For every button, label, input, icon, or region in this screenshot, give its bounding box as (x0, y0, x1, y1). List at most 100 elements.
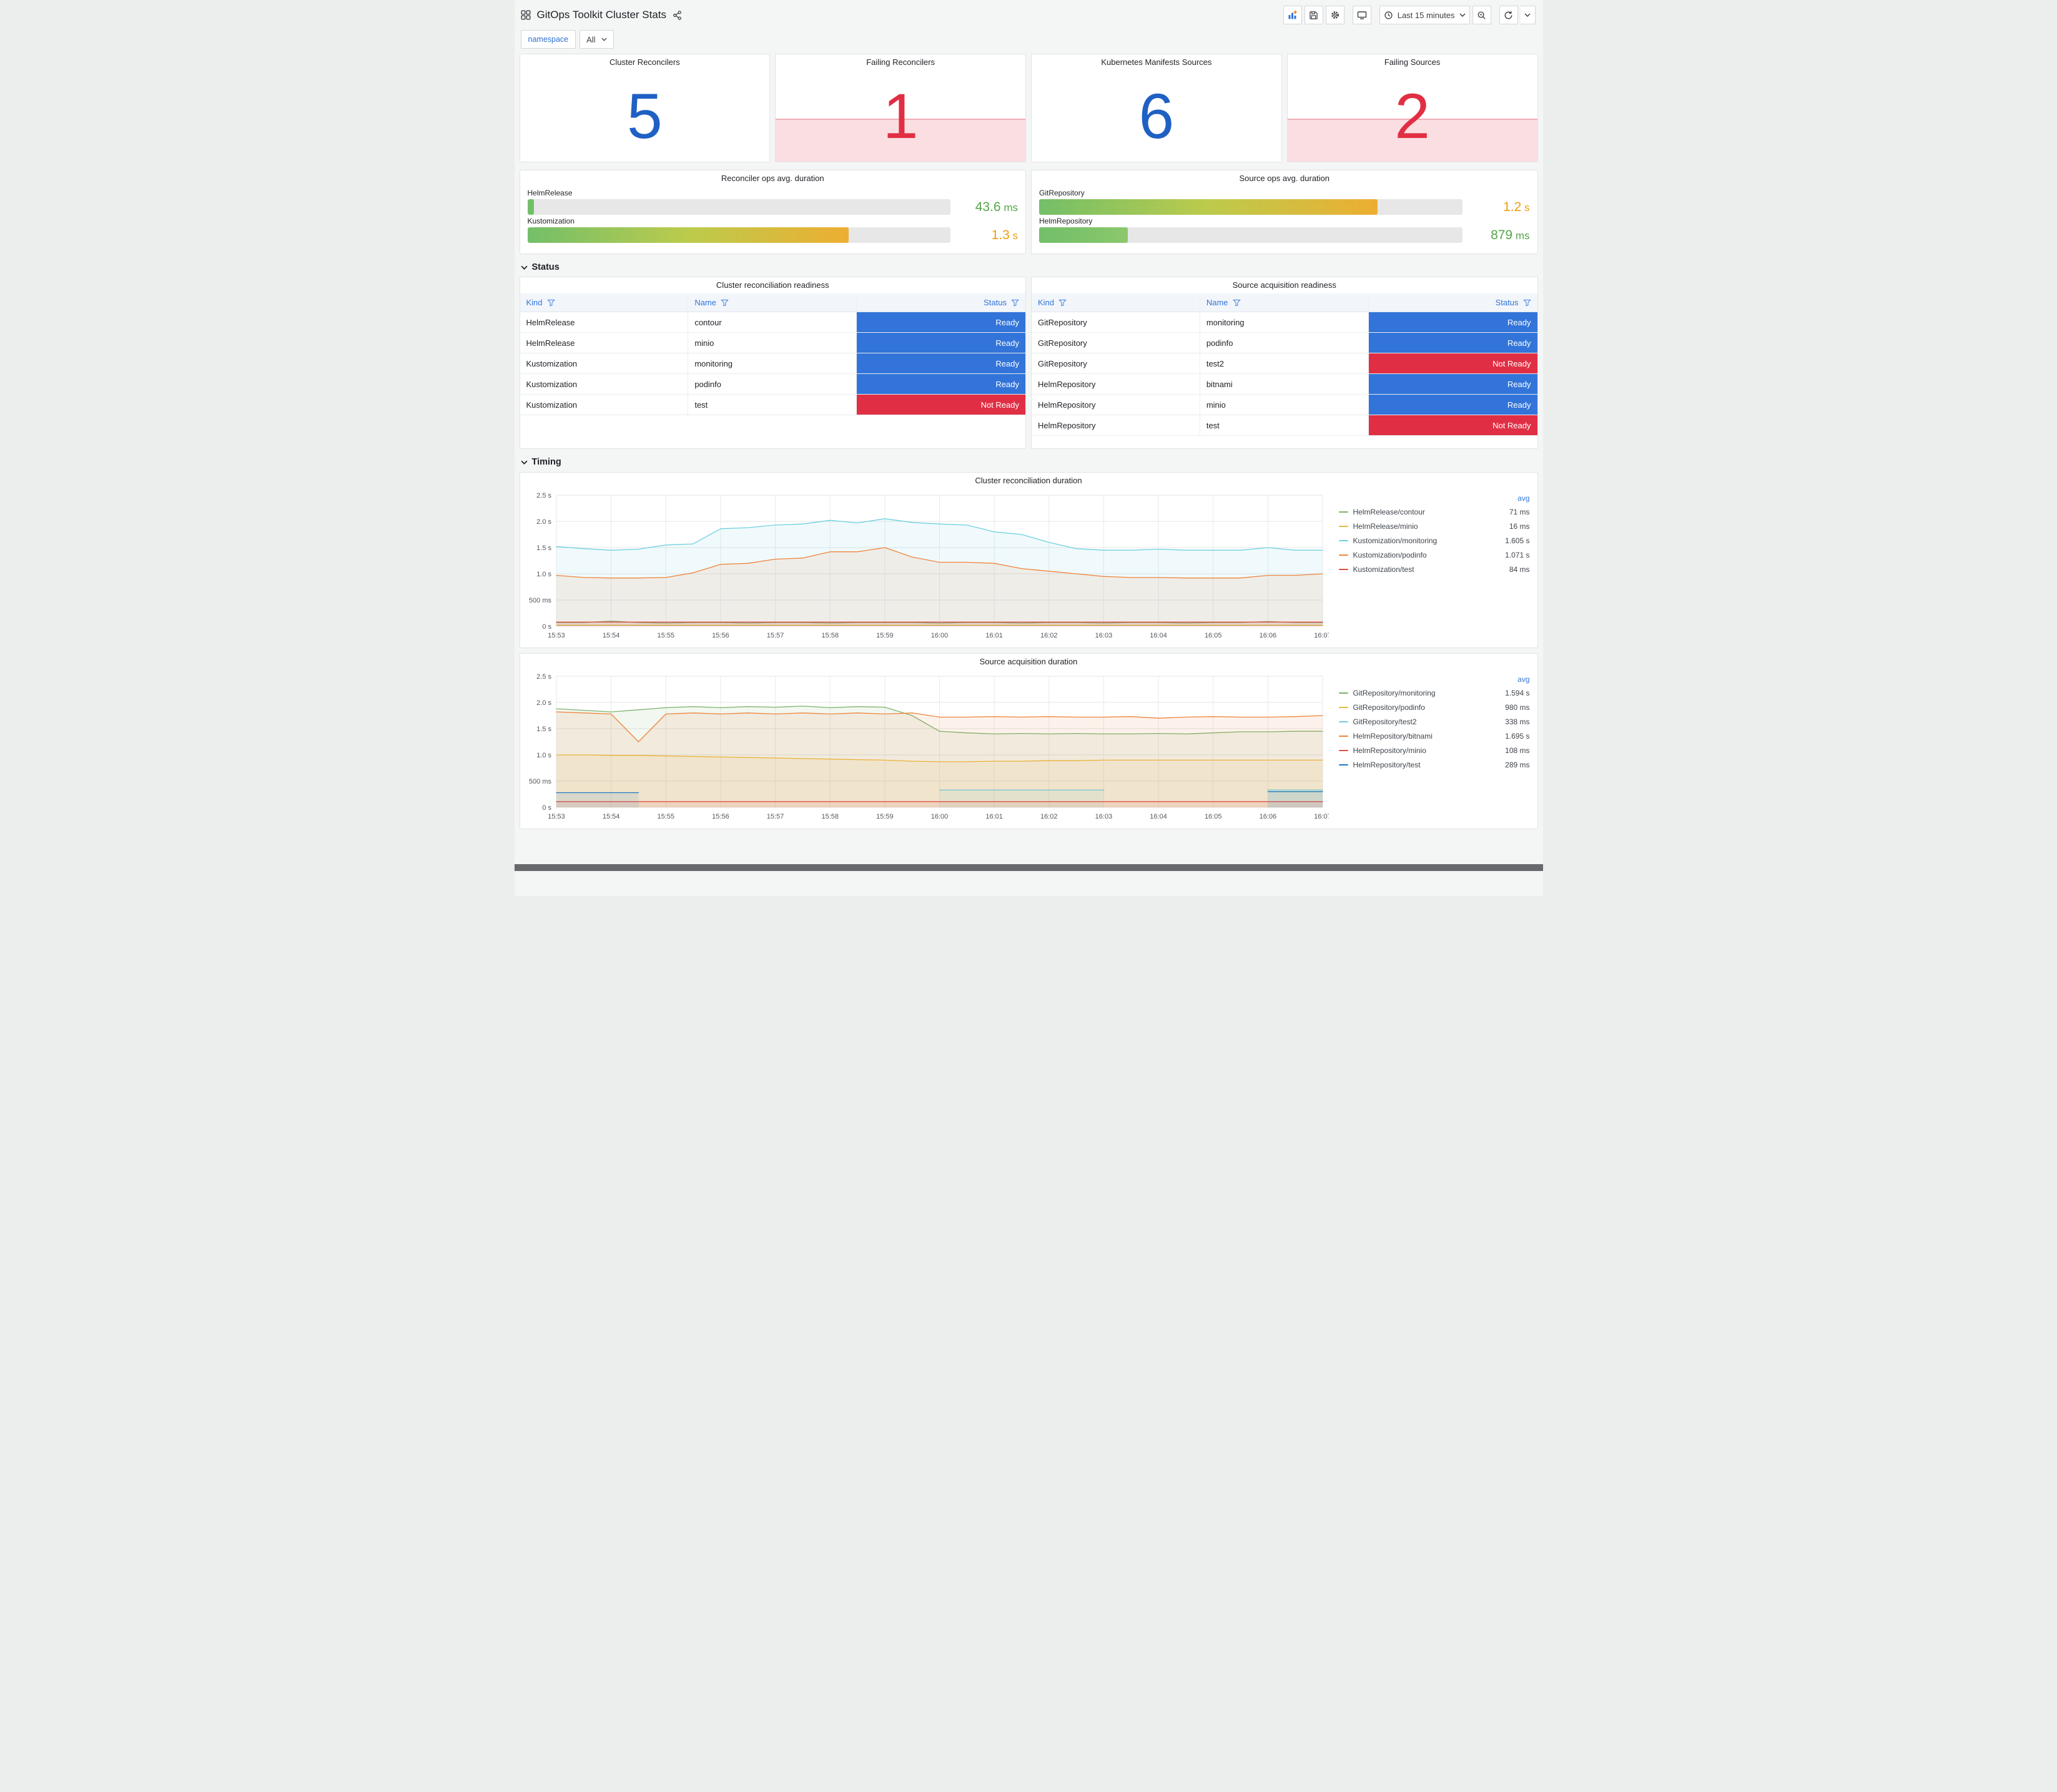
legend-series-color (1338, 735, 1348, 737)
status-cell: Not Ready (1368, 415, 1537, 435)
panel-title[interactable]: Failing Reconcilers (776, 54, 1025, 71)
legend-item[interactable]: GitRepository/test2 338 ms (1338, 714, 1530, 729)
kind-cell: HelmRelease (520, 312, 689, 332)
legend-series-avg-value: 338 ms (1505, 717, 1530, 726)
legend-item[interactable]: HelmRelease/contour 71 ms (1338, 505, 1530, 519)
filter-icon[interactable] (721, 299, 729, 307)
legend-series-color (1338, 749, 1348, 751)
filter-icon[interactable] (1011, 299, 1019, 307)
chevron-down-icon (1524, 13, 1531, 17)
column-header-label: Kind (1038, 298, 1055, 307)
legend-item[interactable]: GitRepository/podinfo 980 ms (1338, 700, 1530, 714)
section-status-toggle[interactable]: Status (520, 262, 1538, 272)
plot-area[interactable]: 15:53 15:54 15:55 15:56 15:57 15:58 15:59 16:00… (520, 489, 1329, 642)
legend-item[interactable]: Kustomization/podinfo 1.071 s (1338, 548, 1530, 562)
status-badge: Ready (857, 333, 1025, 353)
template-variables-row: namespace All (520, 29, 1538, 54)
svg-text:15:57: 15:57 (766, 632, 784, 639)
share-icon[interactable] (673, 10, 682, 20)
add-panel-icon (1288, 11, 1297, 19)
legend-series-color (1338, 721, 1348, 722)
column-header-name[interactable]: Name (1200, 293, 1369, 312)
page-bottom-edge (514, 864, 1543, 871)
filter-icon[interactable] (1058, 299, 1067, 307)
namespace-variable-value: All (586, 34, 596, 44)
column-header-kind[interactable]: Kind (1032, 293, 1200, 312)
refresh-button[interactable] (1499, 6, 1518, 24)
svg-text:16:01: 16:01 (985, 632, 1003, 639)
time-range-picker[interactable]: Last 15 minutes (1379, 6, 1470, 24)
panel-title[interactable]: Kubernetes Manifests Sources (1032, 54, 1281, 71)
legend-item[interactable]: GitRepository/monitoring 1.594 s (1338, 686, 1530, 700)
dashboard-header-left: GitOps Toolkit Cluster Stats (521, 9, 683, 21)
dashboard-settings-button[interactable] (1325, 6, 1344, 24)
stat-value: 6 (1138, 81, 1175, 152)
svg-text:2.0 s: 2.0 s (536, 518, 551, 526)
legend-series-name: HelmRelease/minio (1353, 521, 1418, 531)
svg-text:1.0 s: 1.0 s (536, 752, 551, 759)
save-dashboard-button[interactable] (1304, 6, 1323, 24)
svg-text:500 ms: 500 ms (528, 597, 551, 604)
legend-item[interactable]: HelmRepository/bitnami 1.695 s (1338, 729, 1530, 743)
column-header-label: Kind (526, 298, 543, 307)
stats-row: Cluster Reconcilers 5 Failing Reconcilers 1… (519, 54, 1538, 162)
legend-item[interactable]: Kustomization/monitoring 1.605 s (1338, 533, 1530, 548)
svg-text:2.5 s: 2.5 s (536, 492, 551, 500)
tables-row: Cluster reconciliation readiness Kind Name… (519, 277, 1538, 449)
kind-cell: HelmRepository (1032, 395, 1200, 415)
panel-title[interactable]: Failing Sources (1288, 54, 1537, 71)
svg-text:16:00: 16:00 (930, 632, 948, 639)
status-cell: Ready (1368, 312, 1537, 332)
gauge-row: GitRepository 1.2 s (1039, 189, 1530, 215)
panel-title[interactable]: Source acquisition readiness (1032, 277, 1537, 293)
panel-title[interactable]: Cluster reconciliation readiness (520, 277, 1026, 293)
tv-mode-button[interactable] (1352, 6, 1371, 24)
panel-title[interactable]: Source ops avg. duration (1039, 170, 1530, 187)
gauge-track (1039, 199, 1463, 215)
namespace-variable-label[interactable]: namespace (520, 30, 576, 49)
filter-icon[interactable] (546, 299, 555, 307)
namespace-variable-select[interactable]: All (580, 30, 614, 49)
legend-avg-column-header[interactable]: avg (1517, 675, 1529, 684)
status-cell: Not Ready (857, 395, 1025, 415)
svg-text:1.0 s: 1.0 s (536, 571, 551, 578)
gauge-value-unit: ms (1512, 229, 1530, 242)
legend-item[interactable]: HelmRelease/minio 16 ms (1338, 519, 1530, 533)
gauge-value: 879 ms (1463, 228, 1530, 243)
table-row: GitRepository monitoring Ready (1032, 312, 1537, 333)
refresh-interval-dropdown[interactable] (1520, 6, 1536, 24)
filter-icon[interactable] (1232, 299, 1241, 307)
plot-area[interactable]: 15:53 15:54 15:55 15:56 15:57 15:58 15:59 16:00… (520, 670, 1329, 824)
gear-icon (1331, 11, 1339, 19)
column-header-name[interactable]: Name (688, 293, 857, 312)
legend-avg-column-header[interactable]: avg (1517, 494, 1529, 503)
status-badge: Not Ready (857, 395, 1025, 415)
panel-title[interactable]: Reconciler ops avg. duration (528, 170, 1019, 187)
gauge-bar (1039, 227, 1128, 243)
table-header-row: Kind Name Status (520, 293, 1025, 312)
zoom-out-button[interactable] (1472, 6, 1491, 24)
readiness-table: Kind Name Status GitRepository monitoring Rea… (1032, 293, 1537, 436)
column-header-kind[interactable]: Kind (520, 293, 689, 312)
timeseries-panels: Cluster reconciliation duration 15:53 15:5… (519, 472, 1538, 829)
svg-text:16:01: 16:01 (985, 813, 1003, 820)
dashboard-header-right: Last 15 minutes (1283, 6, 1536, 24)
panel-title[interactable]: Cluster Reconcilers (520, 54, 770, 71)
chart-body: 15:53 15:54 15:55 15:56 15:57 15:58 15:59 16:00… (520, 489, 1537, 642)
section-status-title: Status (531, 262, 560, 272)
section-timing-toggle[interactable]: Timing (520, 457, 1538, 467)
dashboards-grid-icon[interactable] (521, 10, 531, 20)
legend-item[interactable]: Kustomization/test 84 ms (1338, 562, 1530, 576)
time-range-label: Last 15 minutes (1397, 10, 1455, 20)
filter-icon[interactable] (1522, 299, 1531, 307)
panel-title[interactable]: Cluster reconciliation duration (520, 473, 1537, 489)
svg-text:16:04: 16:04 (1150, 813, 1167, 820)
gauge-bar (1039, 199, 1378, 215)
panel-title[interactable]: Source acquisition duration (520, 654, 1537, 670)
legend-series-name: HelmRepository/bitnami (1353, 731, 1433, 741)
add-panel-button[interactable] (1283, 6, 1302, 24)
legend-item[interactable]: HelmRepository/minio 108 ms (1338, 743, 1530, 757)
column-header-status[interactable]: Status (857, 293, 1025, 312)
legend-item[interactable]: HelmRepository/test 289 ms (1338, 757, 1530, 772)
column-header-status[interactable]: Status (1369, 293, 1537, 312)
